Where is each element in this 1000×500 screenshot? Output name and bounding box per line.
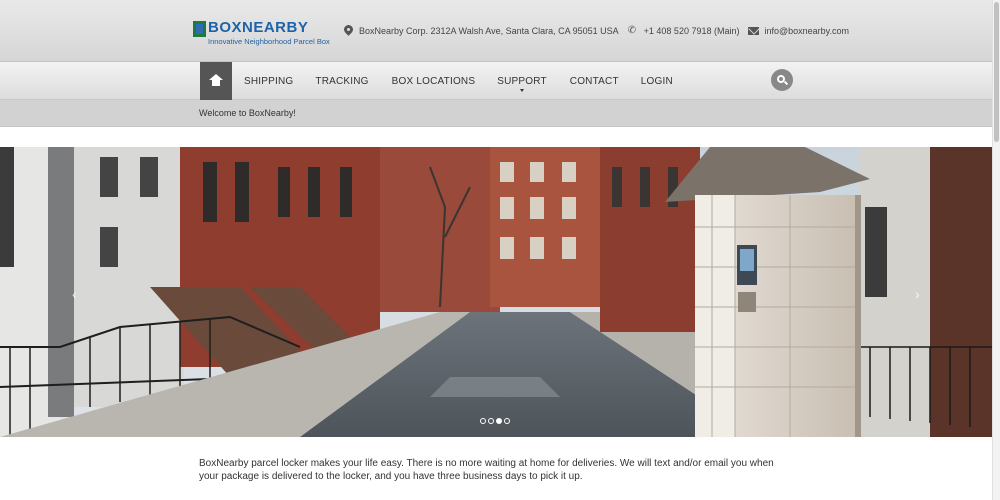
nav-item-label: CONTACT (569, 75, 619, 87)
hero-carousel: ‹ › (0, 147, 992, 437)
carousel-dot[interactable] (480, 418, 486, 424)
carousel-dot[interactable] (504, 418, 510, 424)
home-icon (209, 73, 223, 87)
street-scene-image (0, 147, 992, 437)
nav-home-button[interactable] (200, 62, 232, 100)
carousel-indicators (480, 418, 512, 424)
nav-item-box-locations[interactable]: BOX LOCATIONS (392, 62, 476, 100)
welcome-band: Welcome to BoxNearby! (0, 100, 992, 127)
phone-icon: ✆ (627, 25, 637, 36)
nav-item-tracking[interactable]: TRACKING (315, 62, 368, 100)
address-info: BoxNearby Corp. 2312A Walsh Ave, Santa C… (344, 25, 619, 37)
search-button[interactable] (771, 69, 793, 91)
logo-text: BOXNEARBY Innovative Neighborhood Parcel… (208, 20, 330, 47)
logo-tagline: Innovative Neighborhood Parcel Box (208, 37, 330, 46)
nav-item-label: TRACKING (315, 75, 369, 87)
top-header: BOXNEARBY Innovative Neighborhood Parcel… (0, 0, 992, 62)
logo-name-prefix: BOX (208, 19, 243, 36)
nav-item-shipping[interactable]: SHIPPING (244, 62, 293, 100)
nav-item-contact[interactable]: CONTACT (570, 62, 619, 100)
nav-item-label: LOGIN (640, 75, 673, 87)
carousel-dot[interactable] (496, 418, 502, 424)
phone-info[interactable]: ✆ +1 408 520 7918 (Main) (627, 25, 740, 37)
map-pin-icon (344, 25, 353, 37)
boxnearby-logo[interactable]: BOXNEARBY Innovative Neighborhood Parcel… (193, 20, 330, 46)
logo-name-suffix: NEARBY (242, 19, 309, 36)
scrollbar-thumb[interactable] (994, 2, 999, 142)
contact-info: BoxNearby Corp. 2312A Walsh Ave, Santa C… (344, 24, 858, 38)
email-info[interactable]: info@boxnearby.com (748, 26, 849, 36)
phone-text[interactable]: +1 408 520 7918 (Main) (644, 26, 740, 36)
page-scrollbar[interactable] (992, 0, 1000, 500)
carousel-dot[interactable] (488, 418, 494, 424)
nav-item-login[interactable]: LOGIN (641, 62, 673, 100)
nav-item-label: SHIPPING (244, 75, 294, 87)
address-text: BoxNearby Corp. 2312A Walsh Ave, Santa C… (359, 26, 619, 36)
envelope-icon (748, 27, 760, 35)
carousel-prev-arrow[interactable]: ‹ (72, 287, 77, 301)
logo-name: BOXNEARBY (208, 20, 330, 36)
welcome-message: Welcome to BoxNearby! (199, 108, 296, 118)
nav-item-label: SUPPORT (497, 75, 547, 87)
nav-item-support[interactable]: SUPPORT (497, 62, 547, 100)
nav-item-label: BOX LOCATIONS (391, 75, 476, 87)
dropdown-caret-icon (520, 89, 524, 92)
email-link[interactable]: info@boxnearby.com (764, 26, 849, 36)
nav-items: SHIPPING TRACKING BOX LOCATIONS SUPPORT … (232, 62, 673, 100)
logo-mark-icon (193, 21, 206, 37)
main-navbar: SHIPPING TRACKING BOX LOCATIONS SUPPORT … (0, 62, 992, 100)
search-icon (777, 75, 785, 83)
intro-paragraph: BoxNearby parcel locker makes your life … (199, 458, 774, 482)
carousel-next-arrow[interactable]: › (915, 287, 920, 301)
